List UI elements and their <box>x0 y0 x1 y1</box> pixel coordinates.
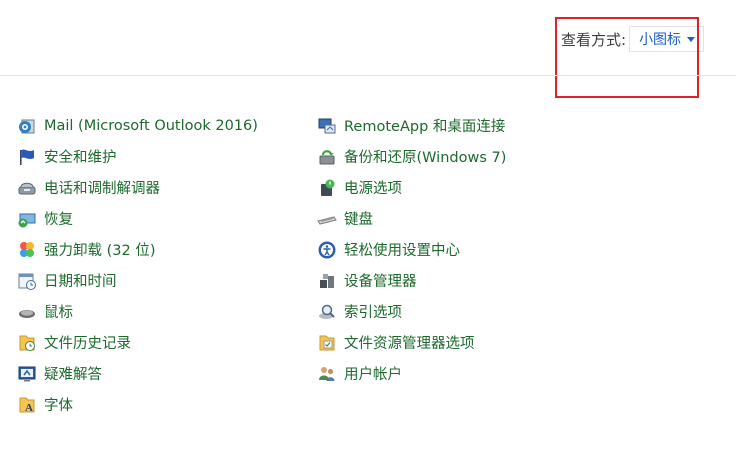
recovery-icon <box>17 209 37 229</box>
cp-item-security-maintenance[interactable]: 安全和维护 <box>17 141 258 172</box>
control-panel-list-right: RemoteApp 和桌面连接 备份和还原(Windows 7) 电源选项 键盘… <box>317 110 506 389</box>
power-options-icon <box>317 178 337 198</box>
device-manager-icon <box>317 271 337 291</box>
cp-item-label: 电源选项 <box>344 181 402 197</box>
cp-item-ease-of-access[interactable]: 轻松使用设置中心 <box>317 234 506 265</box>
cp-item-mail[interactable]: Mail (Microsoft Outlook 2016) <box>17 110 258 141</box>
cp-item-label: 恢复 <box>44 212 73 228</box>
cp-item-label: 备份和还原(Windows 7) <box>344 150 507 166</box>
cp-item-force-uninstall[interactable]: 强力卸载 (32 位) <box>17 234 258 265</box>
phone-modem-icon <box>17 178 37 198</box>
keyboard-icon <box>317 209 337 229</box>
cp-item-label: 日期和时间 <box>44 274 117 290</box>
cp-item-date-time[interactable]: 日期和时间 <box>17 265 258 296</box>
cp-item-keyboard[interactable]: 键盘 <box>317 203 506 234</box>
cp-item-fonts[interactable]: A 字体 <box>17 389 258 420</box>
folder-options-icon <box>317 333 337 353</box>
cp-item-label: 安全和维护 <box>44 150 117 166</box>
cp-item-file-history[interactable]: 文件历史记录 <box>17 327 258 358</box>
cp-item-recovery[interactable]: 恢复 <box>17 203 258 234</box>
cp-item-label: 字体 <box>44 398 73 414</box>
svg-text:A: A <box>25 402 33 414</box>
cp-item-user-accounts[interactable]: 用户帐户 <box>317 358 506 389</box>
cp-item-label: 电话和调制解调器 <box>44 181 160 197</box>
cp-item-label: Mail (Microsoft Outlook 2016) <box>44 117 258 134</box>
cp-item-label: 文件资源管理器选项 <box>344 336 475 352</box>
cp-item-label: 索引选项 <box>344 305 402 321</box>
mail-icon <box>17 116 37 136</box>
flag-icon <box>17 147 37 167</box>
cp-item-folder-options[interactable]: 文件资源管理器选项 <box>317 327 506 358</box>
backup-restore-icon <box>317 147 337 167</box>
cp-item-label: 疑难解答 <box>44 367 102 383</box>
control-panel-list-left: Mail (Microsoft Outlook 2016) 安全和维护 电话和调… <box>17 110 258 420</box>
annotation-highlight-box <box>555 17 699 98</box>
indexing-icon <box>317 302 337 322</box>
cp-item-label: 用户帐户 <box>344 367 402 383</box>
remoteapp-icon <box>317 116 337 136</box>
cp-item-label: 设备管理器 <box>344 274 417 290</box>
header-divider <box>0 75 736 76</box>
user-accounts-icon <box>317 364 337 384</box>
ease-of-access-icon <box>317 240 337 260</box>
calendar-clock-icon <box>17 271 37 291</box>
cp-item-mouse[interactable]: 鼠标 <box>17 296 258 327</box>
cp-item-label: 鼠标 <box>44 305 73 321</box>
cp-item-device-manager[interactable]: 设备管理器 <box>317 265 506 296</box>
cp-item-remoteapp[interactable]: RemoteApp 和桌面连接 <box>317 110 506 141</box>
cp-item-label: 文件历史记录 <box>44 336 131 352</box>
cp-item-label: 轻松使用设置中心 <box>344 243 460 259</box>
cp-item-indexing-options[interactable]: 索引选项 <box>317 296 506 327</box>
mouse-icon <box>17 302 37 322</box>
font-icon: A <box>17 395 37 415</box>
troubleshoot-icon <box>17 364 37 384</box>
cp-item-label: 键盘 <box>344 212 373 228</box>
uninstall-icon <box>17 240 37 260</box>
cp-item-backup-restore[interactable]: 备份和还原(Windows 7) <box>317 141 506 172</box>
cp-item-troubleshoot[interactable]: 疑难解答 <box>17 358 258 389</box>
cp-item-label: RemoteApp 和桌面连接 <box>344 119 506 135</box>
cp-item-power-options[interactable]: 电源选项 <box>317 172 506 203</box>
cp-item-phone-modem[interactable]: 电话和调制解调器 <box>17 172 258 203</box>
cp-item-label: 强力卸载 (32 位) <box>44 243 156 259</box>
file-history-icon <box>17 333 37 353</box>
